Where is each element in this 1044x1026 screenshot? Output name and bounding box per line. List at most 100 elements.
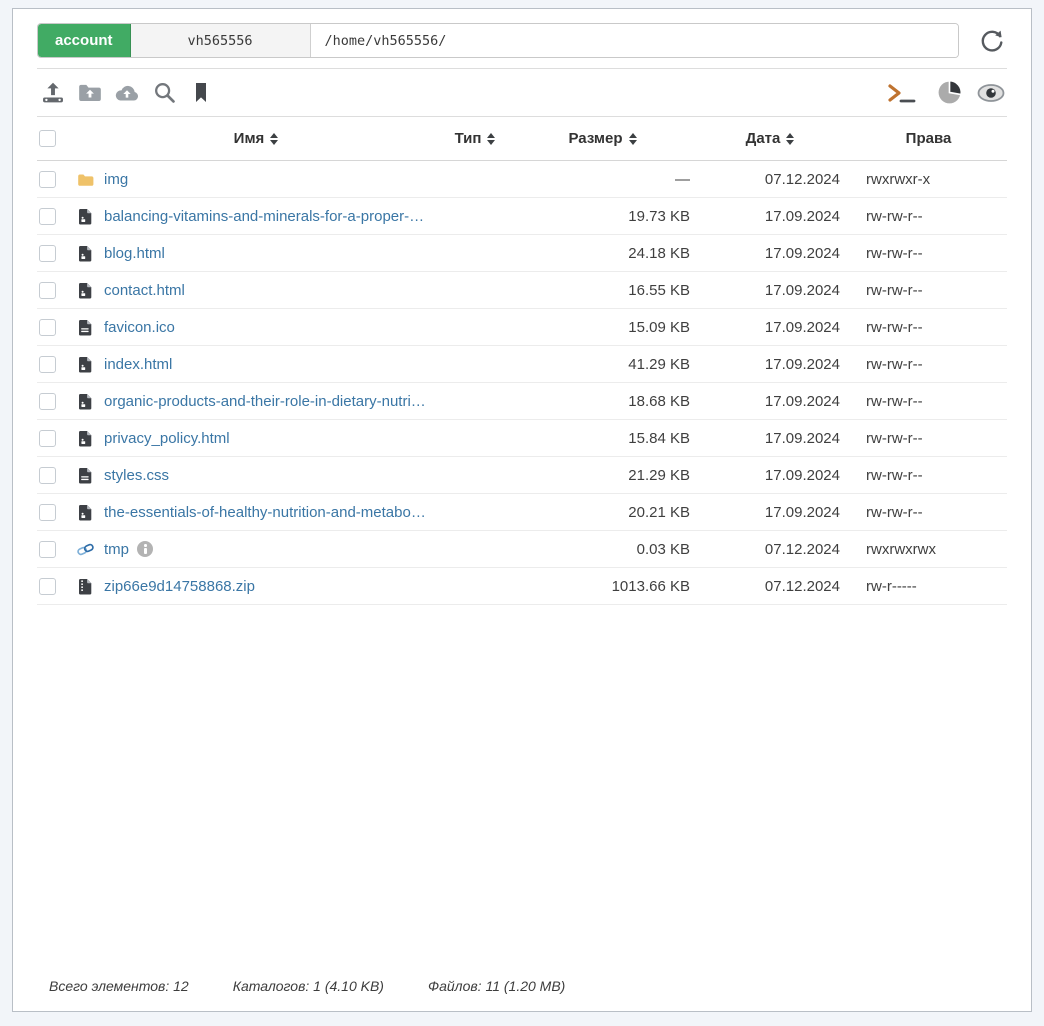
account-button[interactable]: account [38, 24, 131, 57]
row-checkbox[interactable] [39, 467, 56, 484]
size-cell: 20.21 KB [515, 504, 690, 521]
preview-button[interactable] [975, 78, 1007, 108]
bookmark-icon [189, 80, 213, 105]
terminal-button[interactable] [883, 78, 923, 108]
name-cell: index.html [77, 356, 435, 373]
refresh-icon [979, 28, 1005, 54]
row-checkbox[interactable] [39, 356, 56, 373]
row-checkbox-cell [37, 541, 77, 558]
perms-cell: rw-rw-r-- [850, 282, 1007, 299]
row-checkbox-cell [37, 319, 77, 336]
table-header: Имя Тип Размер Дата Права [37, 117, 1007, 161]
topbar: account vh565556 [37, 9, 1007, 69]
sort-icon [629, 133, 637, 145]
name-cell: organic-products-and-their-role-in-dieta… [77, 393, 435, 410]
row-checkbox[interactable] [39, 504, 56, 521]
username-field[interactable]: vh565556 [131, 24, 311, 57]
total-items-label: Всего элементов: 12 [49, 978, 189, 994]
upload-icon [40, 80, 66, 106]
sort-icon [786, 133, 794, 145]
date-cell: 17.09.2024 [690, 356, 850, 373]
file-name-link[interactable]: zip66e9d14758868.zip [104, 578, 255, 595]
file-name-link[interactable]: img [104, 171, 128, 188]
file-name-link[interactable]: index.html [104, 356, 172, 373]
table-row: index.html 41.29 KB 17.09.2024 rw-rw-r-- [37, 346, 1007, 383]
file-type-icon [77, 208, 94, 225]
files-count-label: Файлов: 11 (1.20 MB) [428, 978, 565, 994]
date-cell: 17.09.2024 [690, 319, 850, 336]
header-perms-label: Права [906, 130, 952, 147]
perms-cell: rw-rw-r-- [850, 467, 1007, 484]
file-type-icon [77, 393, 94, 410]
table-row: organic-products-and-their-role-in-dieta… [37, 383, 1007, 420]
row-checkbox[interactable] [39, 430, 56, 447]
search-button[interactable] [148, 78, 180, 108]
row-checkbox[interactable] [39, 393, 56, 410]
sort-by-name[interactable]: Имя [234, 130, 279, 147]
file-name-link[interactable]: organic-products-and-their-role-in-dieta… [104, 393, 426, 410]
perms-cell: rw-rw-r-- [850, 430, 1007, 447]
name-cell: img [77, 171, 435, 188]
date-cell: 17.09.2024 [690, 245, 850, 262]
size-cell: 18.68 KB [515, 393, 690, 410]
row-checkbox[interactable] [39, 208, 56, 225]
file-name-link[interactable]: blog.html [104, 245, 165, 262]
toolbar-right [873, 78, 1007, 108]
perms-cell: rw-rw-r-- [850, 245, 1007, 262]
file-name-link[interactable]: tmp [104, 541, 129, 558]
size-cell: 0.03 KB [515, 541, 690, 558]
table-row: tmp 0.03 KB 07.12.2024 rwxrwxrwx [37, 531, 1007, 568]
perms-cell: rw-rw-r-- [850, 208, 1007, 225]
header-size: Размер [515, 130, 690, 147]
file-name-link[interactable]: contact.html [104, 282, 185, 299]
row-checkbox[interactable] [39, 578, 56, 595]
size-cell: 16.55 KB [515, 282, 690, 299]
sort-by-date[interactable]: Дата [746, 130, 795, 147]
select-all-checkbox[interactable] [39, 130, 56, 147]
sort-icon [270, 133, 278, 145]
table-row: zip66e9d14758868.zip 1013.66 KB 07.12.20… [37, 568, 1007, 605]
perms-cell: rwxrwxrwx [850, 541, 1007, 558]
cloud-upload-button[interactable] [111, 78, 143, 108]
header-size-label: Размер [568, 130, 622, 147]
file-type-icon [77, 171, 94, 188]
disk-usage-button[interactable] [933, 78, 965, 108]
size-cell: 24.18 KB [515, 245, 690, 262]
file-type-icon [77, 578, 94, 595]
cloud-upload-icon [113, 80, 141, 106]
row-checkbox-cell [37, 578, 77, 595]
terminal-icon [885, 81, 921, 105]
eye-icon [976, 82, 1006, 104]
file-name-link[interactable]: privacy_policy.html [104, 430, 230, 447]
sort-by-size[interactable]: Размер [568, 130, 636, 147]
row-checkbox-cell [37, 356, 77, 373]
table-row: the-essentials-of-healthy-nutrition-and-… [37, 494, 1007, 531]
bookmark-button[interactable] [185, 78, 217, 108]
refresh-button[interactable] [977, 26, 1007, 56]
row-checkbox[interactable] [39, 541, 56, 558]
name-cell: contact.html [77, 282, 435, 299]
header-name: Имя [77, 130, 435, 147]
path-input[interactable] [311, 24, 958, 57]
header-type: Тип [435, 130, 515, 147]
row-checkbox-cell [37, 245, 77, 262]
table-row: favicon.ico 15.09 KB 17.09.2024 rw-rw-r-… [37, 309, 1007, 346]
row-checkbox[interactable] [39, 245, 56, 262]
row-checkbox[interactable] [39, 319, 56, 336]
header-name-label: Имя [234, 130, 265, 147]
file-name-link[interactable]: favicon.ico [104, 319, 175, 336]
upload-to-folder-button[interactable] [74, 78, 106, 108]
row-checkbox[interactable] [39, 171, 56, 188]
size-cell: 19.73 KB [515, 208, 690, 225]
sort-by-type[interactable]: Тип [455, 130, 496, 147]
file-name-link[interactable]: styles.css [104, 467, 169, 484]
date-cell: 07.12.2024 [690, 578, 850, 595]
size-cell: 21.29 KB [515, 467, 690, 484]
file-name-link[interactable]: balancing-vitamins-and-minerals-for-a-pr… [104, 208, 424, 225]
file-type-icon [77, 356, 94, 373]
upload-button[interactable] [37, 78, 69, 108]
info-icon[interactable] [137, 541, 153, 557]
row-checkbox[interactable] [39, 282, 56, 299]
date-cell: 17.09.2024 [690, 430, 850, 447]
file-name-link[interactable]: the-essentials-of-healthy-nutrition-and-… [104, 504, 426, 521]
